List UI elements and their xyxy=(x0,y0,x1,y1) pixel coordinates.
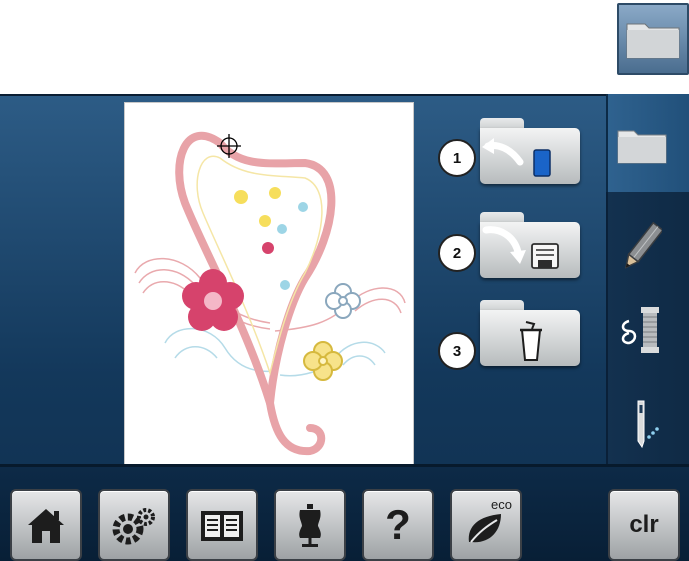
help-label: ? xyxy=(385,501,411,548)
embroidery-screen: 1 2 3 ? eco clr xyxy=(0,94,689,561)
save-to-memory-icon xyxy=(482,226,559,269)
load-from-machine-icon xyxy=(482,138,551,177)
clear-button[interactable]: clr xyxy=(608,489,680,561)
tab-folder[interactable] xyxy=(594,110,689,180)
magenta-flower xyxy=(182,269,244,331)
eco-label: eco xyxy=(491,497,512,512)
gears-icon xyxy=(112,508,155,545)
delete-trash-icon xyxy=(520,321,542,361)
heart-design-image xyxy=(134,131,406,456)
folder-menu-button[interactable] xyxy=(617,3,689,75)
home-button[interactable] xyxy=(10,489,82,561)
eco-button[interactable]: eco xyxy=(450,489,522,561)
load-from-machine-button[interactable] xyxy=(480,118,580,184)
folder-icon xyxy=(626,23,680,59)
pencil-icon xyxy=(624,221,662,269)
dress-form-icon xyxy=(299,504,321,547)
tab-thread[interactable] xyxy=(594,294,689,364)
thread-spool-icon xyxy=(621,307,659,353)
folder-icon xyxy=(617,130,666,164)
clear-label: clr xyxy=(629,511,659,538)
settings-button[interactable] xyxy=(98,489,170,561)
callout-number-3: 3 xyxy=(438,332,476,370)
tab-edit[interactable] xyxy=(594,212,689,282)
book-icon xyxy=(201,511,243,541)
tab-stitch[interactable] xyxy=(594,390,689,460)
bottom-toolbar: ? eco clr xyxy=(0,464,689,561)
design-preview xyxy=(124,102,414,478)
save-to-memory-button[interactable] xyxy=(480,212,580,278)
callout-number-2: 2 xyxy=(438,234,476,272)
callout-number-1: 1 xyxy=(438,139,476,177)
delete-button[interactable] xyxy=(480,300,580,366)
creative-consultant-button[interactable] xyxy=(274,489,346,561)
needle-icon xyxy=(637,400,659,449)
help-button[interactable]: ? xyxy=(362,489,434,561)
home-icon xyxy=(28,509,64,543)
right-tab-column xyxy=(594,94,689,475)
tutorial-button[interactable] xyxy=(186,489,258,561)
